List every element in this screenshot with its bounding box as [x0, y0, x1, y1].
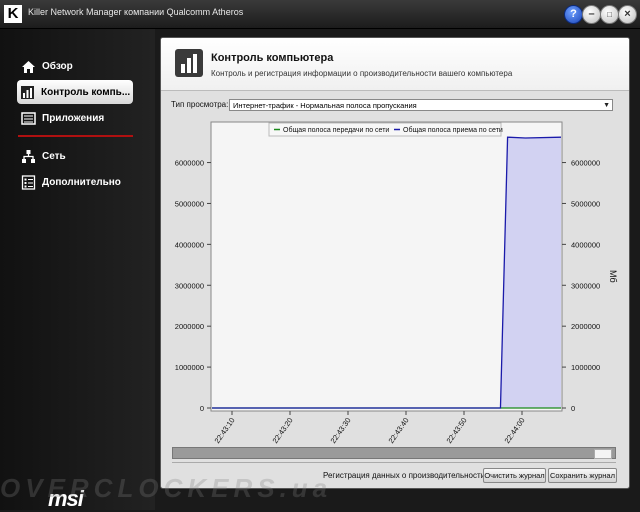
x-tick-label: 22:43:40	[387, 416, 411, 445]
network-icon	[20, 148, 36, 164]
page-header: Контроль компьютера Контроль и регистрац…	[161, 38, 629, 91]
y2-tick-label: 6000000	[571, 159, 600, 168]
view-type-value: Интернет-трафик - Нормальная полоса проп…	[233, 101, 417, 110]
y-tick-label: 4000000	[175, 240, 204, 249]
traffic-chart: 0 0 1000000 1000000 2000000 2000000 3000000 300…	[175, 121, 618, 445]
x-tick-label: 22:43:50	[445, 416, 469, 445]
x-tick-label: 22:43:30	[329, 416, 353, 445]
bar-chart-icon	[175, 49, 203, 77]
legend-label-receive: Общая полоса приема по сети	[403, 126, 503, 134]
x-tick-label: 22:43:20	[271, 416, 295, 445]
y2-tick-label: 2000000	[571, 322, 600, 331]
sidebar-item-network[interactable]: Сеть	[18, 144, 132, 168]
y2-tick-label: 1000000	[571, 363, 600, 372]
sidebar: Обзор Контроль компь... Приложения Сеть …	[0, 29, 155, 511]
minimize-button[interactable]: –	[582, 5, 601, 24]
y-tick-label: 6000000	[175, 159, 204, 168]
y-tick-label: 1000000	[175, 363, 204, 372]
x-tick-label: 22:44:00	[503, 416, 527, 445]
scrollbar-thumb[interactable]	[594, 449, 612, 459]
clear-log-button[interactable]: Очистить журнал	[483, 468, 546, 483]
main-panel: Контроль компьютера Контроль и регистрац…	[160, 37, 630, 489]
divider	[172, 462, 616, 463]
bar-chart-icon	[19, 84, 35, 100]
maximize-button[interactable]: □	[600, 5, 619, 24]
y-tick-label: 3000000	[175, 281, 204, 290]
sidebar-item-label: Сеть	[42, 150, 66, 162]
y-tick-label: 2000000	[175, 322, 204, 331]
help-button[interactable]: ?	[564, 5, 583, 24]
window-title: Killer Network Manager компании Qualcomm…	[28, 7, 244, 17]
title-bar: K Killer Network Manager компании Qualco…	[0, 0, 640, 29]
y2-tick-label: 5000000	[571, 199, 600, 208]
sidebar-item-label: Контроль компь...	[41, 86, 131, 98]
page-title: Контроль компьютера	[211, 52, 334, 64]
sidebar-divider	[18, 135, 133, 137]
sidebar-item-label: Обзор	[42, 60, 73, 72]
maximize-icon: □	[607, 10, 612, 19]
chevron-down-icon: ▼	[603, 102, 610, 109]
legend-label-send: Общая полоса передачи по сети	[283, 126, 389, 134]
y2-tick-label: 0	[571, 404, 575, 413]
watermark: OVERCLOCKERS.ua	[0, 473, 333, 503]
sidebar-item-advanced[interactable]: Дополнительно	[18, 170, 132, 194]
sidebar-item-applications[interactable]: Приложения	[18, 106, 132, 130]
list-icon	[20, 174, 36, 190]
sidebar-item-label: Приложения	[42, 112, 105, 124]
y-tick-label: 0	[200, 404, 204, 413]
y2-tick-label: 4000000	[571, 240, 600, 249]
y2-tick-label: 3000000	[571, 281, 600, 290]
sidebar-item-label: Дополнительно	[42, 176, 121, 188]
killer-logo-icon: K	[4, 5, 22, 23]
question-icon: ?	[570, 8, 577, 20]
page-subtitle: Контроль и регистрация информации о прои…	[211, 69, 513, 78]
close-icon: ×	[624, 8, 631, 20]
y-tick-label: 5000000	[175, 199, 204, 208]
chart-legend: Общая полоса передачи по сети Общая поло…	[268, 122, 503, 137]
minimize-icon: –	[588, 8, 595, 20]
sidebar-item-pc-monitoring[interactable]: Контроль компь...	[17, 80, 133, 104]
sidebar-item-overview[interactable]: Обзор	[18, 54, 132, 78]
home-icon	[20, 58, 36, 74]
y2-axis-label: Мб	[608, 270, 618, 283]
x-tick-label: 22:43:10	[213, 416, 237, 445]
view-type-label: Тип просмотра:	[171, 100, 229, 109]
applications-icon	[20, 110, 36, 126]
save-log-button[interactable]: Сохранить журнал	[548, 468, 617, 483]
chart-scrollbar[interactable]	[172, 447, 616, 459]
view-type-select[interactable]: Интернет-трафик - Нормальная полоса проп…	[229, 99, 613, 111]
close-button[interactable]: ×	[618, 5, 637, 24]
